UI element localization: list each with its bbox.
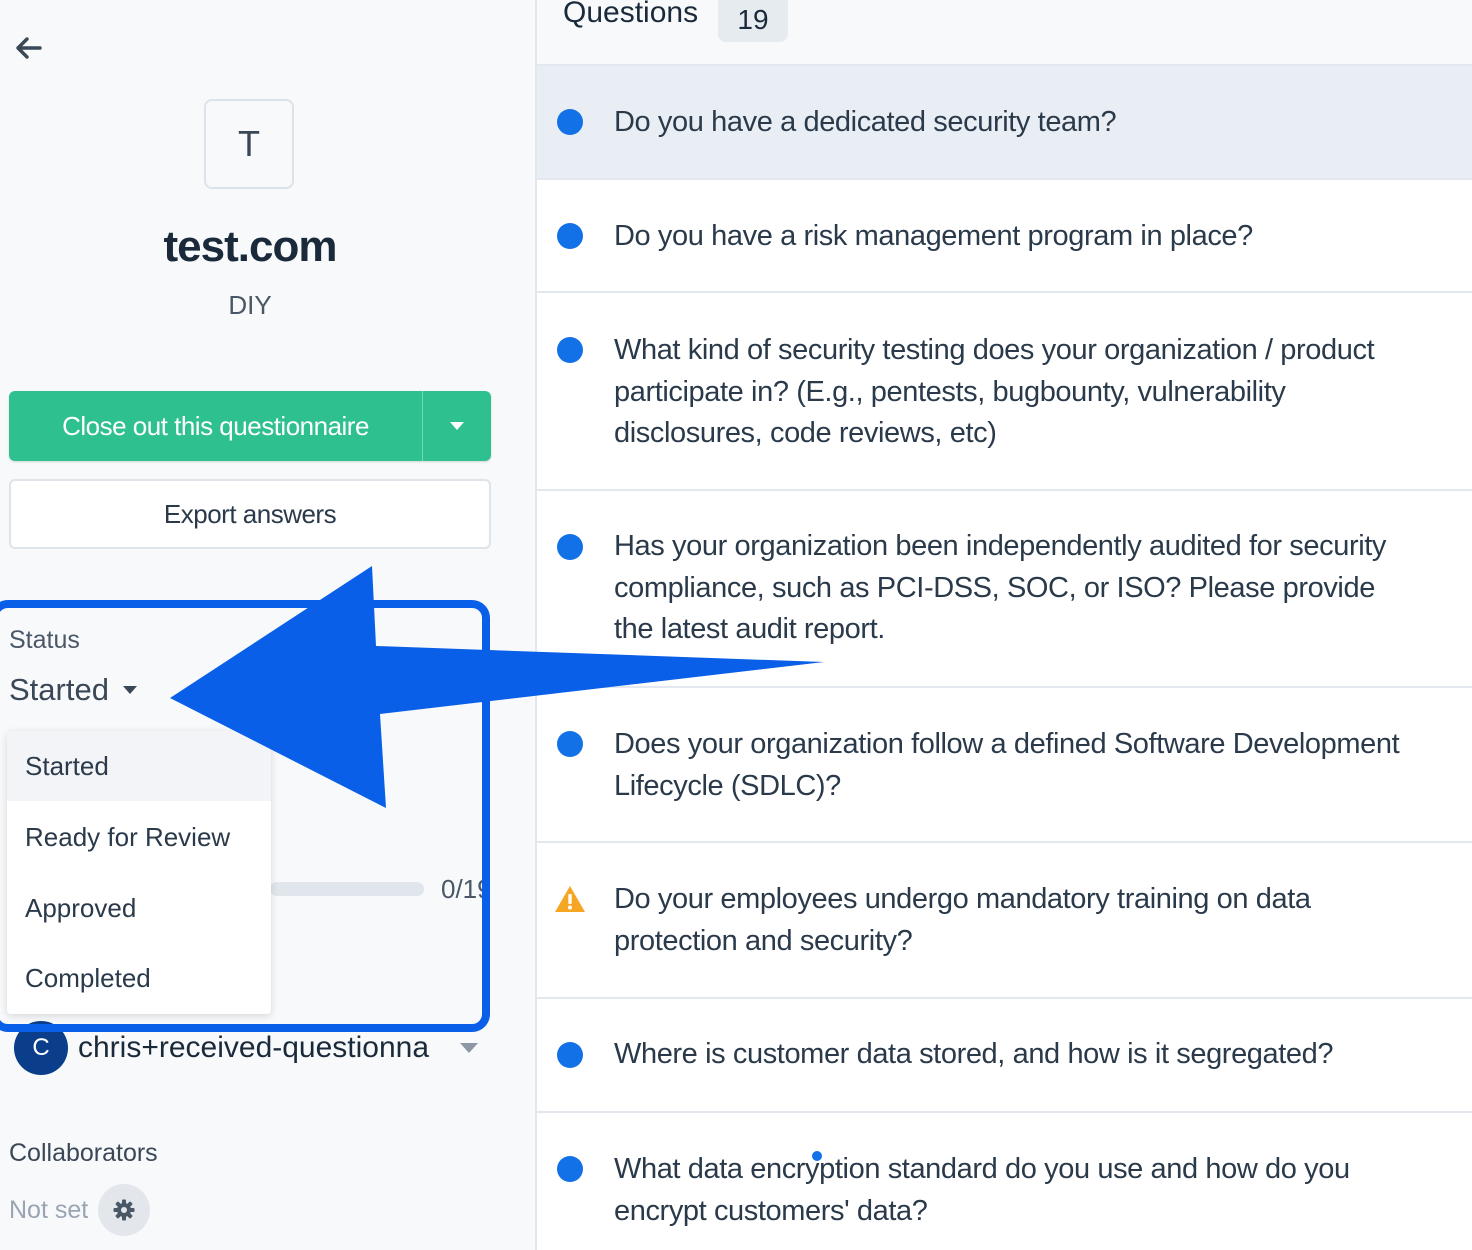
question-text: Has your organization been independently… <box>614 530 1386 645</box>
progress-text: 0/19 <box>441 874 487 904</box>
question-item[interactable]: Has your organization been independently… <box>537 491 1472 688</box>
status-dot-icon <box>557 731 583 757</box>
collaborators-value: Not set <box>9 1195 89 1224</box>
progress-bar <box>270 882 424 896</box>
question-item[interactable]: Do you have a risk management program in… <box>537 180 1472 293</box>
question-text: Does your organization follow a defined … <box>614 728 1400 802</box>
status-option-ready-for-review[interactable]: Ready for Review <box>7 802 271 872</box>
question-text: Do your employees undergo mandatory trai… <box>614 883 1311 957</box>
question-text: Where is customer data stored, and how i… <box>614 1038 1334 1070</box>
warning-icon <box>555 886 585 912</box>
question-text: Do you have a dedicated security team? <box>614 106 1117 138</box>
assignee-avatar: C <box>14 1021 68 1075</box>
assignee-name: chris+received-questionna <box>78 1031 430 1064</box>
arrow-left-icon <box>16 37 42 59</box>
company-type: DIY <box>228 290 272 320</box>
cursor-dot <box>812 1151 822 1161</box>
status-option-started[interactable]: Started <box>7 731 271 801</box>
caret-down-icon <box>450 422 464 430</box>
status-dot-icon <box>557 337 583 363</box>
questions-title: Questions <box>563 0 699 29</box>
question-item[interactable]: Where is customer data stored, and how i… <box>537 999 1472 1113</box>
sidebar: T test.com DIY Close out this questionna… <box>0 0 536 1250</box>
assignee-select[interactable]: C chris+received-questionna <box>14 1021 480 1075</box>
question-item[interactable]: Do your employees undergo mandatory trai… <box>537 843 1472 999</box>
question-text: What kind of security testing does your … <box>614 334 1375 449</box>
questions-count-badge: 19 <box>718 0 788 42</box>
status-option-completed[interactable]: Completed <box>7 943 271 1013</box>
status-dot-icon <box>557 109 583 135</box>
collaborators-label: Collaborators <box>9 1139 158 1167</box>
status-dropdown-menu: Started Ready for Review Approved Comple… <box>7 731 271 1014</box>
question-item[interactable]: Do you have a dedicated security team? <box>537 66 1472 180</box>
close-questionnaire-button-group: Close out this questionnaire <box>9 391 491 461</box>
status-select[interactable]: Started <box>9 672 139 708</box>
question-item[interactable]: What kind of security testing does your … <box>537 293 1472 491</box>
status-option-approved[interactable]: Approved <box>7 873 271 943</box>
gear-icon <box>113 1199 135 1221</box>
status-value: Started <box>9 672 109 707</box>
collaborators-row: Not set <box>9 1184 151 1236</box>
status-dot-icon <box>557 223 583 249</box>
question-text: Do you have a risk management program in… <box>614 220 1253 252</box>
status-dot-icon <box>557 1042 583 1068</box>
question-item[interactable]: Does your organization follow a defined … <box>537 688 1472 843</box>
company-initial: T <box>238 123 260 164</box>
close-questionnaire-button[interactable]: Close out this questionnaire <box>9 391 422 461</box>
status-dot-icon <box>557 1156 583 1182</box>
company-avatar: T <box>204 99 294 189</box>
export-answers-button[interactable]: Export answers <box>9 479 491 549</box>
status-dot-icon <box>557 534 583 560</box>
collaborators-settings-button[interactable] <box>98 1184 151 1236</box>
caret-down-icon <box>122 686 137 694</box>
questions-header: Questions 19 <box>537 0 1472 66</box>
question-text: What data encryption standard do you use… <box>614 1153 1350 1227</box>
back-button[interactable] <box>10 30 46 66</box>
question-item[interactable]: What data encryption standard do you use… <box>537 1113 1472 1250</box>
company-name: test.com <box>163 222 338 271</box>
close-options-toggle[interactable] <box>422 391 491 461</box>
status-label: Status <box>9 626 80 654</box>
caret-down-icon <box>460 1043 478 1053</box>
